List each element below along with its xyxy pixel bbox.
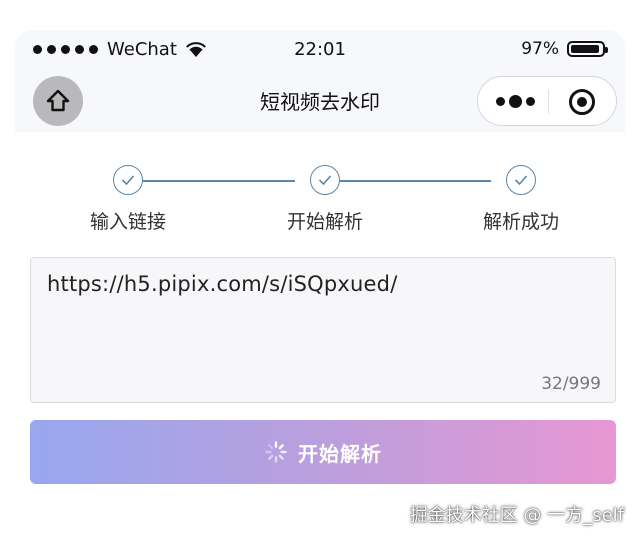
- step-parse-success: 解析成功: [456, 165, 586, 234]
- capsule-divider: [548, 90, 549, 114]
- check-icon: [310, 165, 340, 195]
- miniprogram-capsule: [477, 76, 617, 126]
- check-icon: [506, 165, 536, 195]
- battery-percent: 97%: [521, 39, 559, 59]
- step-start-parse: 开始解析: [260, 165, 390, 234]
- main-content: 输入链接 开始解析 解析成功 https://h5.pipix.com/s/iS…: [15, 132, 625, 543]
- progress-steps: 输入链接 开始解析 解析成功: [15, 132, 625, 252]
- start-parse-button[interactable]: 开始解析: [30, 420, 616, 484]
- step-label: 输入链接: [89, 211, 166, 233]
- link-input-value: https://h5.pipix.com/s/iSQpxued/: [47, 272, 398, 296]
- step-label: 解析成功: [482, 211, 559, 233]
- char-counter: 32/999: [541, 374, 601, 394]
- record-circle-icon[interactable]: [568, 88, 596, 116]
- phone-screen: WeChat 22:01 97% 短视频去水印 输入链接 开始解析 解析成功 h…: [15, 30, 625, 543]
- start-parse-label: 开始解析: [298, 441, 382, 466]
- more-dots-icon: [509, 95, 522, 108]
- more-dots-icon: [496, 97, 505, 106]
- battery-icon: [567, 41, 608, 57]
- check-icon: [113, 165, 143, 195]
- more-button[interactable]: [496, 95, 535, 108]
- more-dots-icon: [526, 97, 535, 106]
- status-right: 97%: [521, 39, 608, 59]
- spinner-icon: [265, 441, 287, 463]
- step-label: 开始解析: [286, 211, 363, 233]
- watermark-text: 掘金技术社区 @ 一方_self: [409, 505, 624, 526]
- nav-bar: 短视频去水印: [15, 70, 625, 132]
- step-input-link: 输入链接: [63, 165, 193, 234]
- status-bar: WeChat 22:01 97%: [15, 30, 625, 70]
- link-input[interactable]: https://h5.pipix.com/s/iSQpxued/ 32/999: [30, 257, 616, 403]
